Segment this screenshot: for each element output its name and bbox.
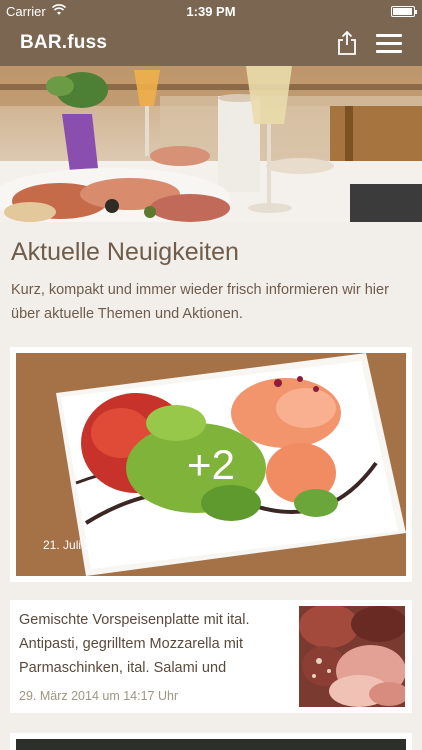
news-card[interactable]: Gemischte Vorspeisenplatte mit ital. Ant… xyxy=(10,600,412,713)
news-card-next-photo xyxy=(16,739,406,750)
featured-news-photo: +2 21. Juli 2014 um 09:24 Uhr xyxy=(16,353,406,576)
section-title: Aktuelle Neuigkeiten xyxy=(11,238,239,266)
news-card-thumbnail xyxy=(299,606,405,707)
section-description: Kurz, kompakt und immer wieder frisch in… xyxy=(11,282,389,322)
hero-image xyxy=(0,66,422,222)
clock: 1:39 PM xyxy=(186,4,236,19)
battery-icon xyxy=(391,6,417,17)
app-title: BAR.fuss xyxy=(20,32,108,53)
news-card-next[interactable] xyxy=(10,733,412,750)
news-card-text: Gemischte Vorspeisenplatte mit ital. Ant… xyxy=(19,612,250,676)
status-bar: Carrier 1:39 PM xyxy=(0,0,422,22)
nav-bar: BAR.fuss xyxy=(0,22,422,66)
featured-news-card[interactable]: +2 21. Juli 2014 um 09:24 Uhr xyxy=(10,347,412,582)
share-icon[interactable] xyxy=(334,30,360,56)
more-photos-count: +2 xyxy=(187,441,235,488)
news-card-date: 29. März 2014 um 14:17 Uhr xyxy=(19,689,179,703)
hamburger-menu-icon[interactable] xyxy=(376,34,402,54)
featured-news-date: 21. Juli 2014 um 09:24 Uhr xyxy=(43,538,188,552)
